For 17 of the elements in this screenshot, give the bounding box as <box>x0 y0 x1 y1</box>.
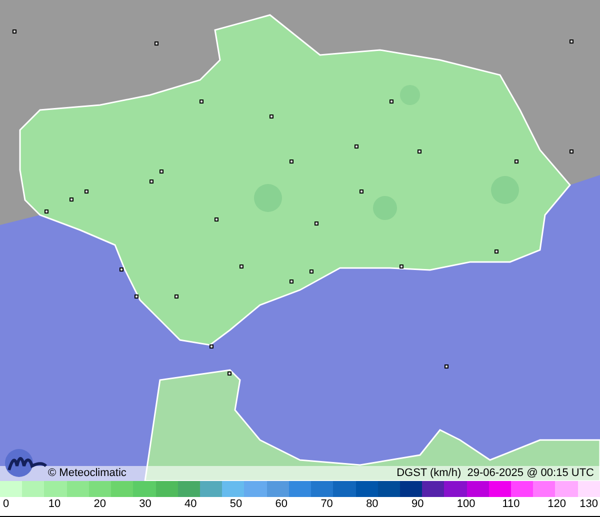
caption-text: DGST (km/h) 29-06-2025 @ 00:15 UTC <box>396 468 594 479</box>
credit-text: © Meteoclimatic <box>48 468 126 479</box>
scale-label: 80 <box>366 499 378 510</box>
scale-label: 40 <box>184 499 197 510</box>
scale-label: 20 <box>94 499 106 510</box>
scale-label: 60 <box>275 499 288 510</box>
scale-label: 90 <box>411 499 424 510</box>
logo-icon <box>4 448 48 478</box>
scale-label: 100 <box>456 499 476 510</box>
scale-label: 120 <box>548 499 566 510</box>
scale-label: 70 <box>320 499 333 510</box>
scale-label: 10 <box>48 499 61 510</box>
scale-label: 50 <box>230 499 242 510</box>
scale-label: 0 <box>3 499 10 510</box>
scale-label: 130 <box>580 499 598 510</box>
scale-label: 30 <box>139 499 152 510</box>
scale-label: 110 <box>502 499 520 510</box>
